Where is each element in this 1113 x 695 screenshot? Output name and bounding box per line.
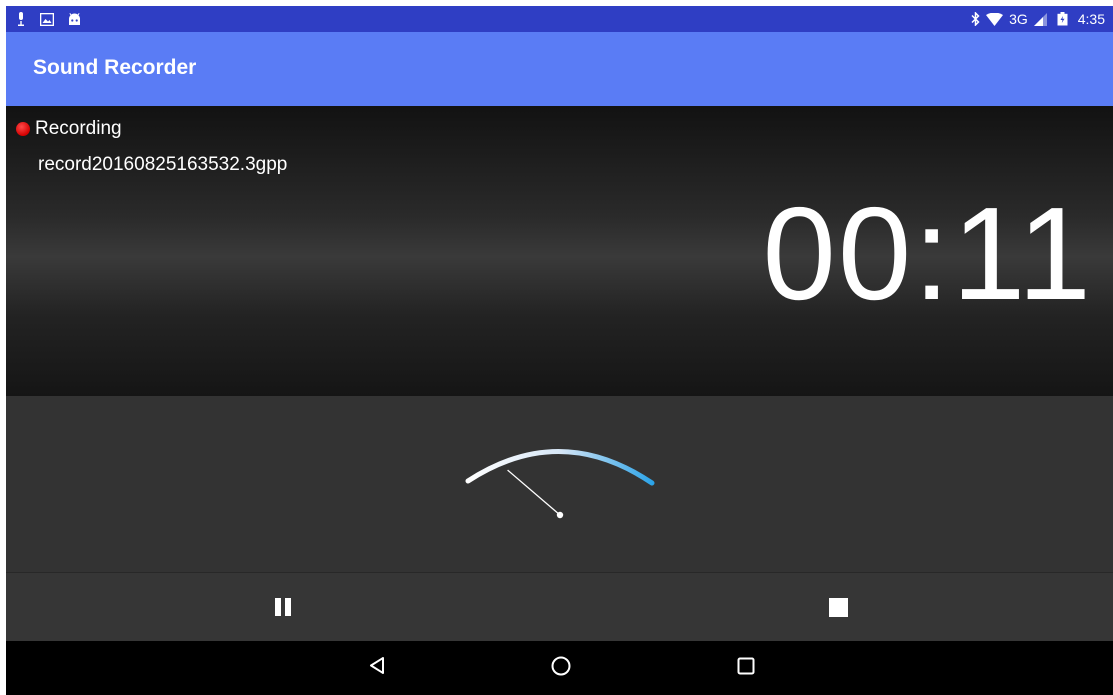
- battery-icon: [1057, 12, 1068, 26]
- status-bar: 3G 4:35: [6, 6, 1113, 32]
- recording-controls: [6, 573, 1113, 641]
- app-title: Sound Recorder: [33, 56, 197, 79]
- stop-icon: [828, 597, 848, 617]
- level-meter-arc: [465, 449, 655, 486]
- status-bar-notifications: [16, 6, 81, 32]
- recents-button[interactable]: [722, 648, 770, 688]
- recording-panel: Recording record20160825163532.3gpp 00:1…: [6, 106, 1113, 396]
- home-icon: [550, 655, 572, 682]
- android-icon: [68, 13, 81, 25]
- pause-button[interactable]: [253, 587, 313, 627]
- bluetooth-icon: [971, 12, 980, 26]
- microphone-icon: [16, 12, 26, 26]
- recording-dot-icon: [16, 122, 30, 136]
- navigation-bar: [6, 641, 1113, 695]
- clock: 4:35: [1077, 11, 1105, 27]
- level-meter-panel: [6, 396, 1113, 572]
- wifi-icon: [986, 12, 1004, 26]
- app-bar: Sound Recorder: [6, 32, 1113, 106]
- back-icon: [368, 656, 386, 680]
- level-meter: [465, 449, 655, 519]
- home-button[interactable]: [537, 648, 585, 688]
- recording-file-name: record20160825163532.3gpp: [38, 154, 288, 175]
- network-type-label: 3G: [1009, 11, 1028, 27]
- status-bar-system: 3G 4:35: [971, 6, 1105, 32]
- stop-button[interactable]: [808, 587, 868, 627]
- recording-status: Recording: [16, 118, 122, 140]
- level-meter-needle: [507, 469, 561, 516]
- device-screen: 3G 4:35 Sound Recorder Recording record2…: [6, 6, 1113, 695]
- recents-icon: [736, 656, 756, 681]
- elapsed-time: 00:11: [762, 180, 1093, 327]
- recording-status-label: Recording: [35, 118, 122, 139]
- level-meter-pivot: [556, 511, 564, 519]
- image-icon: [40, 12, 54, 26]
- pause-icon: [273, 598, 293, 616]
- signal-icon: [1033, 12, 1047, 26]
- back-button[interactable]: [353, 648, 401, 688]
